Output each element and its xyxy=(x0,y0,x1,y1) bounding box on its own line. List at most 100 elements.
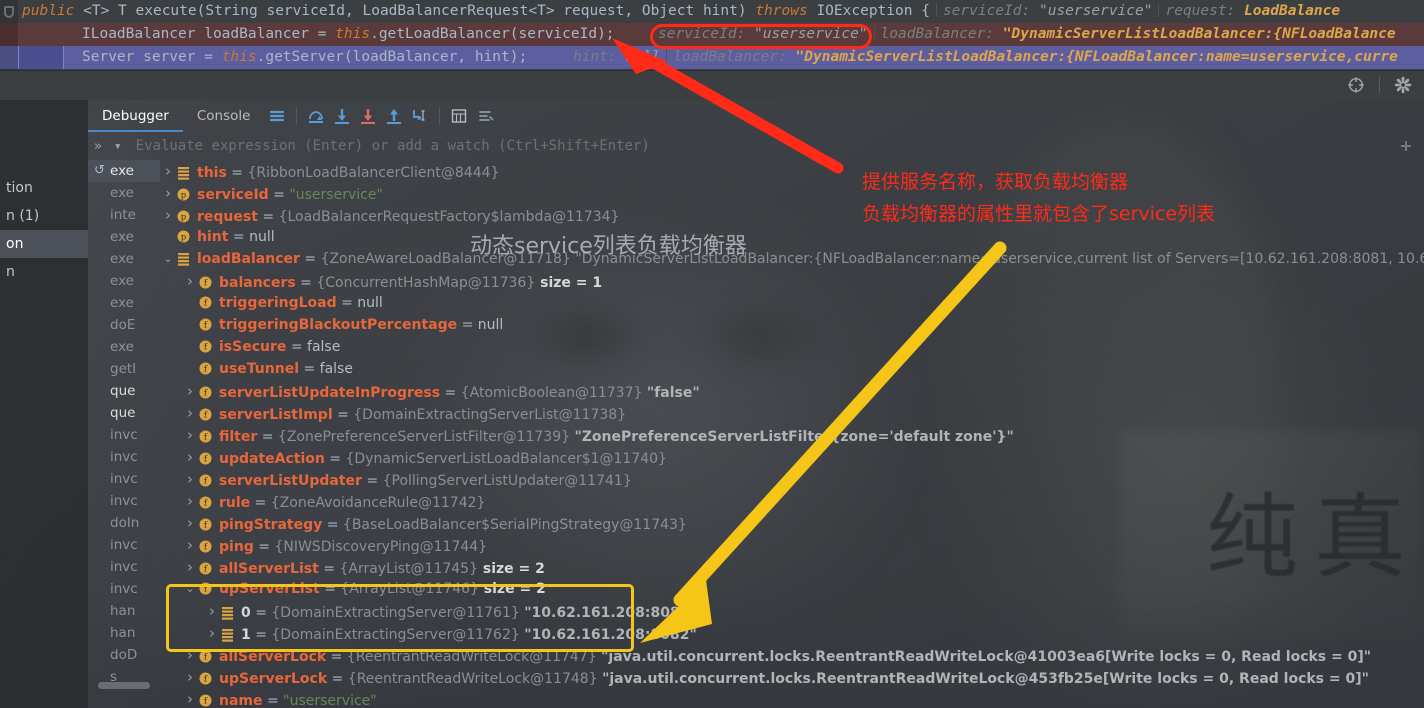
call-frame-row[interactable]: exe xyxy=(88,248,160,270)
variable-name: updateAction xyxy=(219,451,325,467)
chevron-right-icon[interactable]: › xyxy=(182,666,198,688)
variable-row[interactable]: › f filter = {ZonePreferenceServerListFilt… xyxy=(160,424,1424,446)
variable-row[interactable]: › f allServerList = {ArrayList@11745} size… xyxy=(160,556,1424,578)
call-frame-row[interactable]: inte xyxy=(88,204,160,226)
mute-breakpoints-icon[interactable] xyxy=(472,103,498,129)
sidebar-item-3[interactable]: n xyxy=(0,258,88,286)
variable-row[interactable]: › f ping = {NIWSDiscoveryPing@11744} xyxy=(160,534,1424,556)
sidebar-item-1[interactable]: n (1) xyxy=(0,202,88,230)
call-frame-row[interactable]: invc xyxy=(88,578,160,600)
chevron-down-icon[interactable]: ⌄ xyxy=(160,248,176,270)
call-frame-row[interactable]: exe xyxy=(88,336,160,358)
variable-row[interactable]: ·f triggeringLoad = null xyxy=(160,292,1424,314)
tab-console[interactable]: Console xyxy=(183,100,265,132)
sidebar-item-0[interactable]: tion xyxy=(0,174,88,202)
variable-row[interactable]: › this = {RibbonLoadBalancerClient@8444} xyxy=(160,160,1424,182)
chevron-right-icon[interactable]: › xyxy=(182,424,198,446)
call-frame-row[interactable]: invc xyxy=(88,446,160,468)
variable-row[interactable]: · phint = null xyxy=(160,226,1424,248)
inlay-hint-label: serviceId: xyxy=(658,26,746,42)
call-frame-row[interactable]: doIn xyxy=(88,512,160,534)
call-frame-row[interactable]: ↺ exe xyxy=(88,160,160,182)
code-editor[interactable]: public <T> T execute(String serviceId, L… xyxy=(0,0,1424,70)
variable-row[interactable]: › f serverListImpl = {DomainExtractingServ… xyxy=(160,402,1424,424)
evaluate-expression-row[interactable]: » ▾ Evaluate expression (Enter) or add a… xyxy=(88,132,1424,160)
step-into-icon[interactable] xyxy=(329,103,355,129)
step-over-icon[interactable] xyxy=(303,103,329,129)
sidebar-item-2-selected[interactable]: on xyxy=(0,230,88,258)
gear-icon[interactable] xyxy=(1394,76,1412,94)
code-line-2-current[interactable]: ILoadBalancer loadBalancer = this.getLoa… xyxy=(0,23,1424,46)
chevron-right-icon[interactable]: › xyxy=(160,160,176,182)
variable-row[interactable]: ·f isSecure = false xyxy=(160,336,1424,358)
chevron-right-icon[interactable]: › xyxy=(182,688,198,708)
chevron-right-icon[interactable]: › xyxy=(182,534,198,556)
call-frame-row[interactable]: que xyxy=(88,380,160,402)
call-frames-list[interactable]: ↺ exe exe inte exe exe exe exe doE exe getI que que i… xyxy=(88,160,160,708)
variable-row[interactable]: › f updateAction = {DynamicServerListLoadB… xyxy=(160,446,1424,468)
chevron-right-icon[interactable]: › xyxy=(182,556,198,578)
chevron-right-icon[interactable]: › xyxy=(182,270,198,292)
watch-input-placeholder[interactable]: Evaluate expression (Enter) or add a wat… xyxy=(136,138,650,154)
target-icon[interactable] xyxy=(1347,76,1365,94)
variable-row[interactable]: › f name = "userservice" xyxy=(160,688,1424,708)
chevron-right-icon[interactable]: › xyxy=(160,182,176,204)
frames-icon[interactable] xyxy=(264,103,290,129)
variable-row[interactable]: › f serverListUpdateInProgress = {AtomicBo… xyxy=(160,380,1424,402)
call-frame-row[interactable]: exe xyxy=(88,182,160,204)
variable-row[interactable]: › f upServerLock = {ReentrantReadWriteLock… xyxy=(160,666,1424,688)
chevron-right-icon[interactable]: › xyxy=(182,446,198,468)
plus-icon[interactable] xyxy=(1398,138,1414,154)
chevron-right-icon[interactable]: › xyxy=(182,380,198,402)
chevron-right-icon[interactable]: › xyxy=(160,204,176,226)
call-frame-row[interactable]: invc xyxy=(88,468,160,490)
chevron-right-icon[interactable]: › xyxy=(182,468,198,490)
chevron-right-icon[interactable]: › xyxy=(204,600,220,622)
call-frame-row[interactable]: doD xyxy=(88,644,160,666)
code-line-3[interactable]: Server server = this.getServer(loadBalan… xyxy=(0,46,1424,69)
variable-row[interactable]: › f allServerLock = {ReentrantReadWriteLoc… xyxy=(160,644,1424,666)
equals-sign: = xyxy=(299,361,320,377)
call-frame-row[interactable]: exe xyxy=(88,292,160,314)
evaluate-icon[interactable] xyxy=(446,103,472,129)
call-frame-row[interactable]: invc xyxy=(88,424,160,446)
chevron-right-icon[interactable]: › xyxy=(182,402,198,424)
call-frame-row[interactable]: invc xyxy=(88,534,160,556)
chevron-right-icon[interactable]: › xyxy=(182,644,198,666)
chevron-right-icon[interactable]: › xyxy=(204,622,220,644)
call-frame-row[interactable]: invc xyxy=(88,556,160,578)
step-out-icon[interactable] xyxy=(381,103,407,129)
reset-frame-icon[interactable]: ↺ xyxy=(94,160,105,182)
frames-scrollbar[interactable] xyxy=(98,682,150,689)
call-frame-row[interactable]: han xyxy=(88,600,160,622)
variable-row[interactable]: › f rule = {ZoneAvoidanceRule@11742} xyxy=(160,490,1424,512)
chevron-right-icon[interactable]: › xyxy=(182,490,198,512)
call-frame-row[interactable]: han xyxy=(88,622,160,644)
chevron-expand-icon[interactable]: » xyxy=(88,139,108,154)
run-to-cursor-icon[interactable] xyxy=(407,103,433,129)
call-frame-row[interactable]: que xyxy=(88,402,160,424)
force-step-into-icon[interactable] xyxy=(355,103,381,129)
variable-row[interactable]: › f balancers = {ConcurrentHashMap@11736} … xyxy=(160,270,1424,292)
variable-row[interactable]: ⌄ f upServerList = {ArrayList@11746} size … xyxy=(160,578,1424,600)
variable-row[interactable]: › 0 = {DomainExtractingServer@11761} "10.… xyxy=(160,600,1424,622)
variable-row[interactable]: ⌄ loadBalancer = {ZoneAwareLoadBalancer@1… xyxy=(160,248,1424,270)
tab-debugger[interactable]: Debugger xyxy=(88,100,183,132)
code-line-1[interactable]: public <T> T execute(String serviceId, L… xyxy=(0,0,1424,23)
call-frame-row[interactable]: getI xyxy=(88,358,160,380)
variable-row[interactable]: › p serviceId = "userservice" xyxy=(160,182,1424,204)
call-frame-row[interactable]: exe xyxy=(88,226,160,248)
variables-tree[interactable]: › this = {RibbonLoadBalancerClient@8444} ›… xyxy=(160,160,1424,708)
variable-row[interactable]: ·f useTunnel = false xyxy=(160,358,1424,380)
call-frame-row[interactable]: exe xyxy=(88,270,160,292)
variable-row[interactable]: › 1 = {DomainExtractingServer@11762} "10.… xyxy=(160,622,1424,644)
variable-row[interactable]: › p request = {LoadBalancerRequestFactory$… xyxy=(160,204,1424,226)
chevron-right-icon[interactable]: › xyxy=(182,512,198,534)
variable-row[interactable]: › f pingStrategy = {BaseLoadBalancer$Seria… xyxy=(160,512,1424,534)
call-frame-row[interactable]: doE xyxy=(88,314,160,336)
variable-row[interactable]: ·f triggeringBlackoutPercentage = null xyxy=(160,314,1424,336)
chevron-down-icon[interactable]: ▾ xyxy=(108,139,128,154)
variable-row[interactable]: › f serverListUpdater = {PollingServerList… xyxy=(160,468,1424,490)
chevron-down-icon[interactable]: ⌄ xyxy=(182,578,198,600)
call-frame-row[interactable]: invc xyxy=(88,490,160,512)
